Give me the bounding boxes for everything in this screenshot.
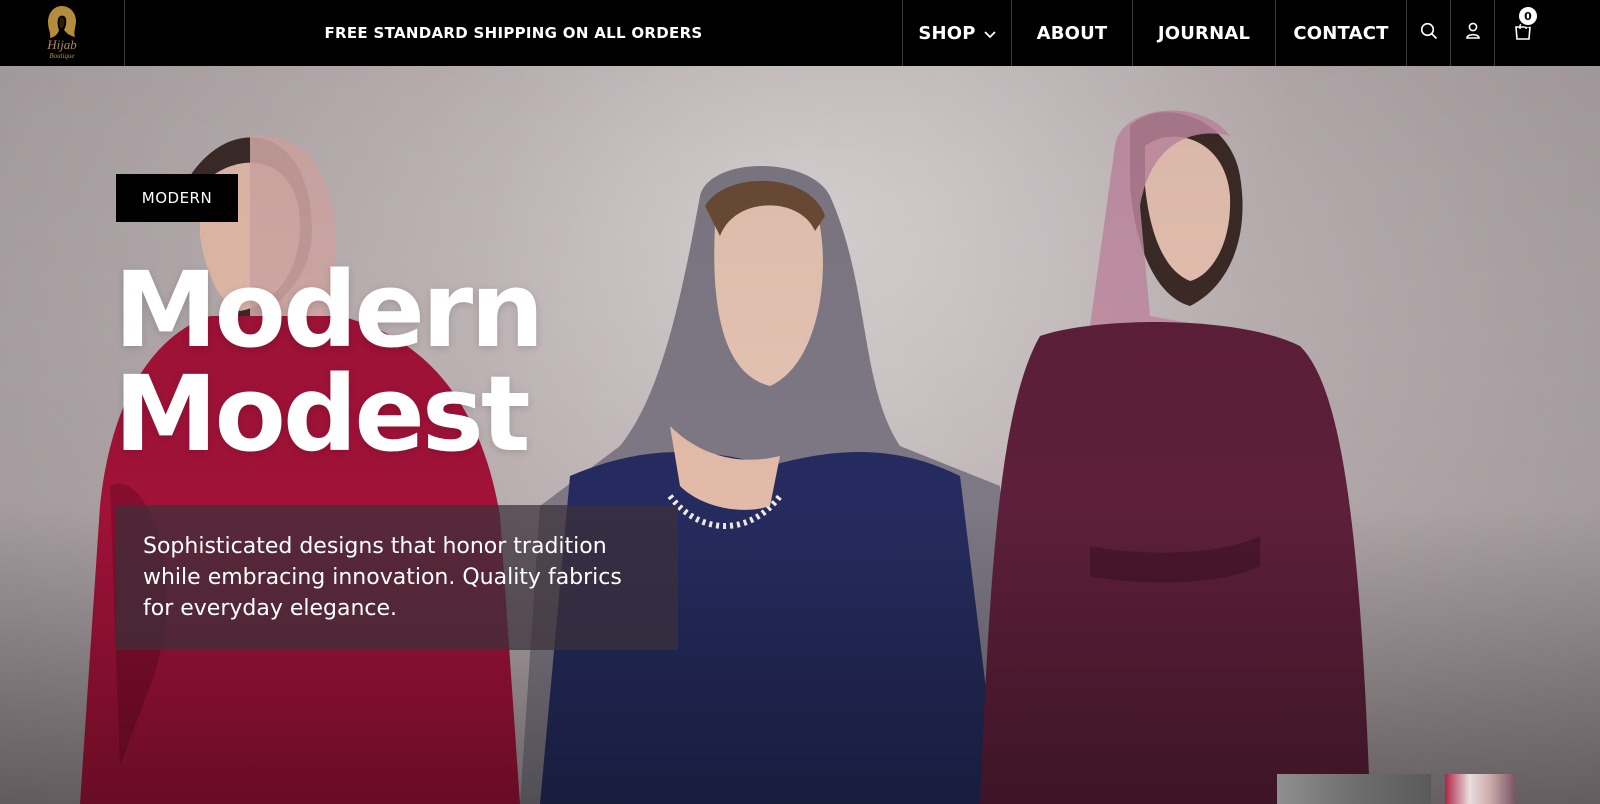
nav-shop-label: SHOP [918,22,976,44]
nav-about-label: ABOUT [1036,22,1108,44]
hero-banner: MODERN Modern Modest Sophisticated desig… [0,66,1600,804]
slide-thumbnail-1[interactable] [1277,774,1431,804]
promo-banner: FREE STANDARD SHIPPING ON ALL ORDERS [125,0,902,66]
nav-journal[interactable]: JOURNAL [1132,0,1275,66]
hero-tag: MODERN [116,174,238,222]
search-button[interactable] [1406,0,1450,66]
user-icon [1465,22,1481,44]
chevron-down-icon [984,23,996,44]
nav-contact[interactable]: CONTACT [1275,0,1406,66]
account-button[interactable] [1450,0,1494,66]
nav-about[interactable]: ABOUT [1011,0,1132,66]
hero-title-line-1: Modern [114,249,544,371]
slide-thumbnail-2[interactable] [1445,774,1515,804]
cart-count-badge: 0 [1517,5,1539,27]
hero-slide-thumbnails [1277,774,1515,804]
hero-title: Modern Modest [114,249,544,475]
nav-journal-label: JOURNAL [1157,22,1251,44]
hero-tag-label: MODERN [141,189,213,207]
logo-mark: Hijab Boutique [46,6,77,60]
hero-title-line-2: Modest [114,353,531,475]
nav-contact-label: CONTACT [1293,22,1389,44]
svg-text:Boutique: Boutique [49,52,74,60]
search-icon [1420,22,1438,44]
promo-text: FREE STANDARD SHIPPING ON ALL ORDERS [324,24,703,42]
site-header: Hijab Boutique FREE STANDARD SHIPPING ON… [0,0,1600,66]
svg-text:Hijab: Hijab [46,37,77,52]
cart-button[interactable]: 0 [1494,0,1550,66]
hero-description-box: Sophisticated designs that honor traditi… [116,505,678,650]
hero-description: Sophisticated designs that honor traditi… [143,534,622,621]
logo[interactable]: Hijab Boutique [0,0,125,66]
nav-shop[interactable]: SHOP [902,0,1011,66]
